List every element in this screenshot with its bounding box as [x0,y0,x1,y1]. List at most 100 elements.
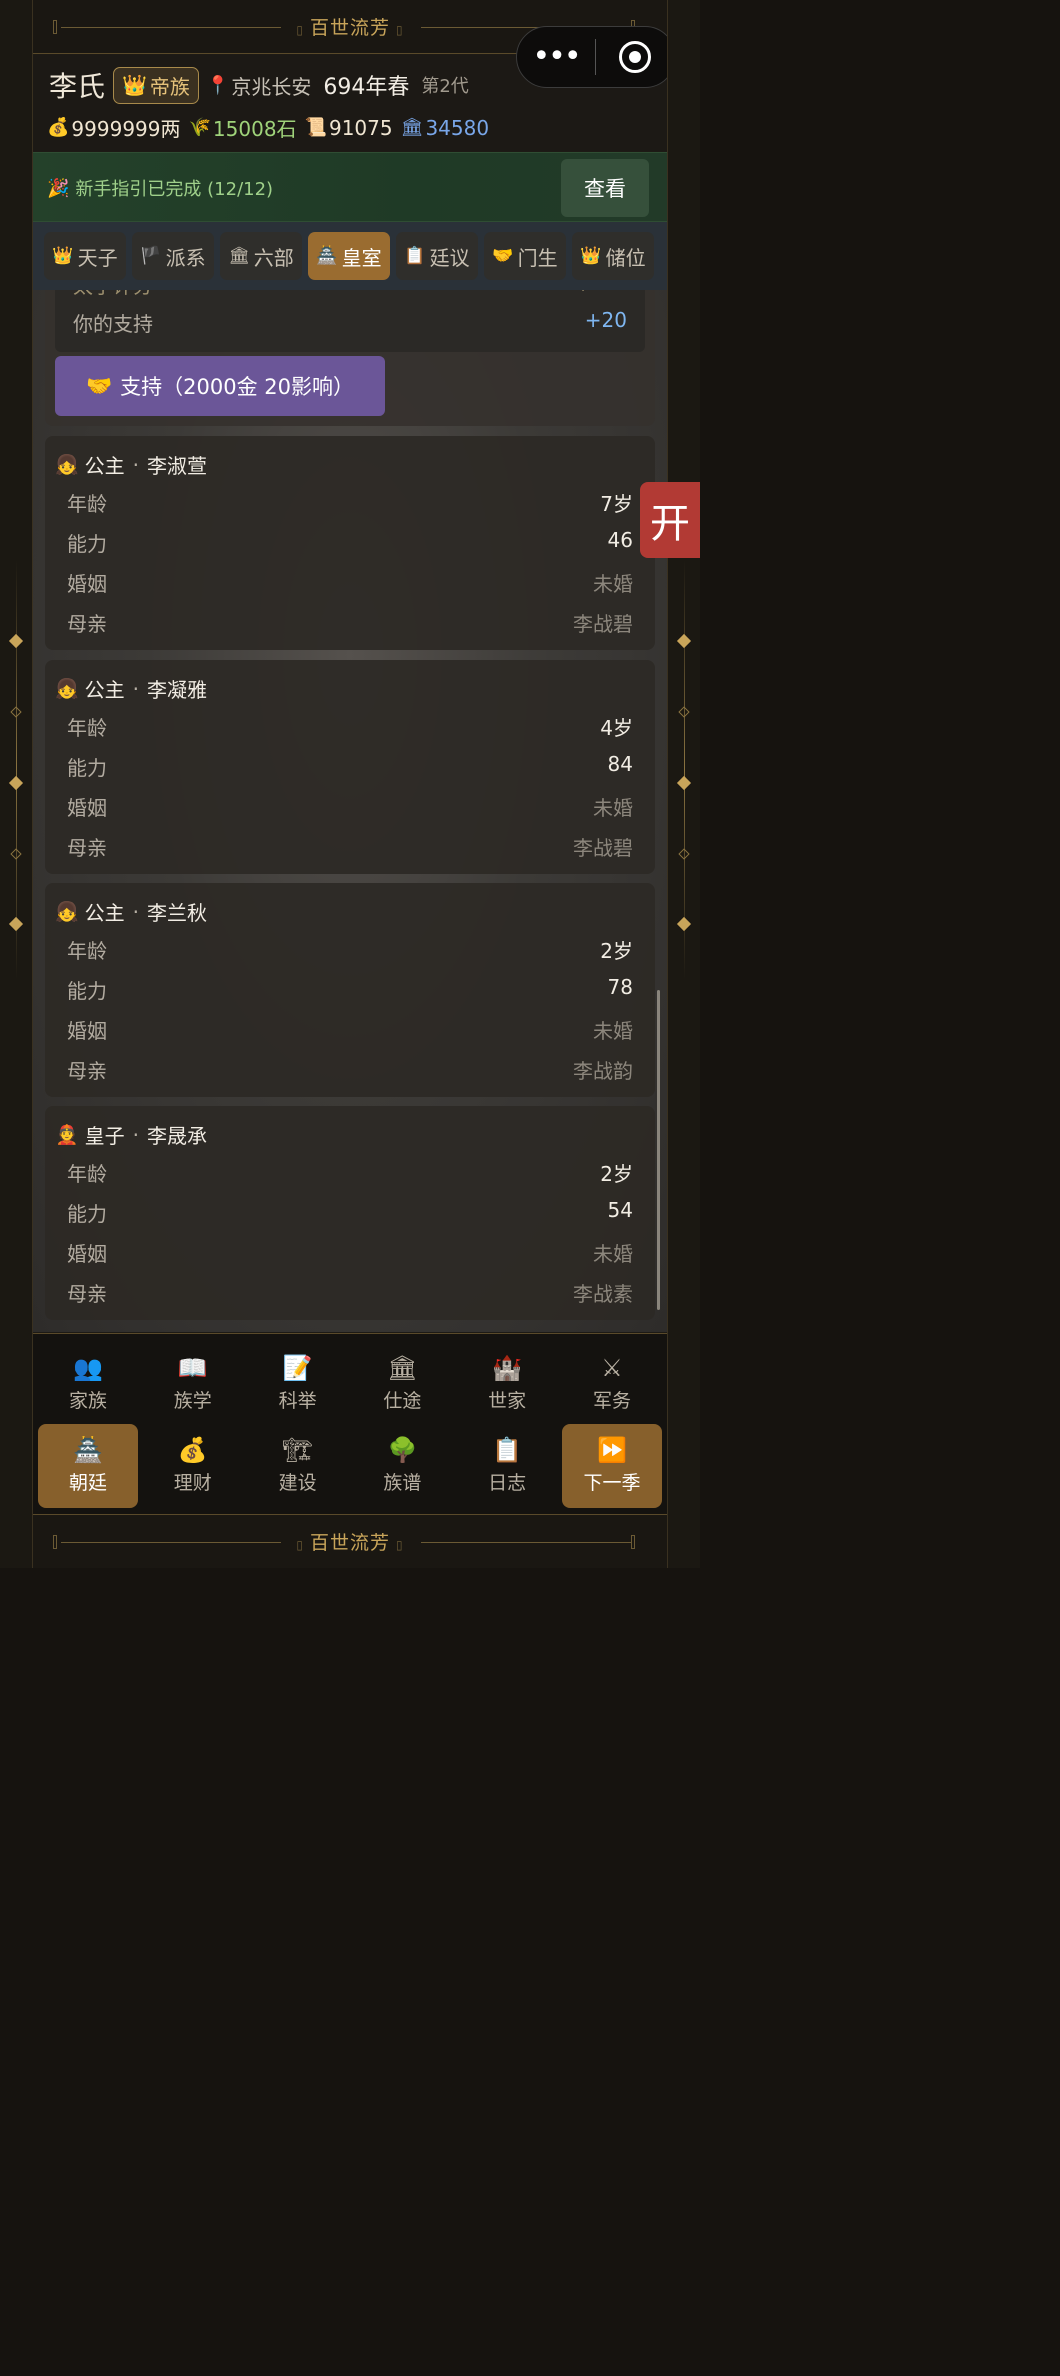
rank-badge[interactable]: 👑 帝族 [113,66,199,104]
diamond-ornament [676,775,692,791]
view-guide-button[interactable]: 查看 [561,159,649,217]
rank-label: 帝族 [149,74,190,99]
member-card[interactable]: 👧 公主 · 李兰秋 年龄 2岁 能力 78 婚姻 未婚 母亲 李战韵 [45,883,655,1097]
castle-icon: 🏯 [316,246,338,266]
bottom-nav: 👥 家族 📖 族学 📝 科举 🏛 仕途 🏰 世家 ⚔ 军务 🏯 朝廷 💰 理财 🏗 建设 🌳 族谱 … [33,1333,667,1514]
handshake-icon: 🤝 [86,373,113,398]
people-icon: 👥 [73,1353,103,1382]
diamond-ornament [10,706,22,718]
nav-genealogy[interactable]: 🌳 族谱 [352,1424,452,1508]
nav-exam[interactable]: 📝 科举 [248,1342,348,1426]
family-name: 李氏 [49,70,106,103]
banner-cap [631,1535,635,1549]
banner-tick-right: ▯ [396,23,404,37]
marriage-value: 未婚 [593,572,633,596]
nav-family[interactable]: 👥 家族 [38,1342,138,1426]
tab-label: 六部 [253,245,294,270]
nav-construction[interactable]: 🏗 建设 [248,1424,348,1508]
scroll-icon: 📜 [304,117,327,138]
right-rail [667,0,700,1568]
support-button[interactable]: 🤝 支持（2000金 20影响） [55,356,385,416]
ability-label: 能力 [67,532,107,556]
nav-clan-school[interactable]: 📖 族学 [143,1342,243,1426]
banner-title-text: 百世流芳 [309,1532,390,1554]
more-menu-icon[interactable]: ••• [517,42,595,72]
scroll-value: 91075 [328,115,393,140]
close-target-icon[interactable] [596,41,667,73]
member-title: 👧 公主 · 李凝雅 [55,674,207,703]
age-label: 年龄 [67,716,107,740]
diamond-ornament [8,775,24,791]
castle-icon: 🏰 [492,1353,523,1382]
money-bag-icon: 💰 [47,117,70,138]
next-season-button[interactable]: ⏩ 下一季 [561,1424,662,1508]
mother-row: 母亲 李战碧 [67,608,633,637]
nav-log[interactable]: 📋 日志 [457,1424,557,1508]
ability-value: 46 [607,528,633,552]
prince-score-row: 太子评分 55/100 [73,290,627,299]
age-value: 2岁 [600,1162,633,1186]
mother-label: 母亲 [67,1282,107,1306]
handshake-icon: 🤝 [492,246,514,266]
nav-label: 族学 [173,1389,212,1412]
nav-label: 下一季 [583,1471,641,1494]
open-side-panel-tab[interactable]: 开 [640,482,700,558]
ability-label: 能力 [67,1202,107,1226]
nav-clans[interactable]: 🏰 世家 [457,1342,557,1426]
diamond-ornament [676,633,692,649]
nav-military[interactable]: ⚔ 军务 [562,1342,662,1426]
crown-icon: 👑 [122,73,147,97]
tab-emperor[interactable]: 👑 天子 [44,232,126,280]
nav-career[interactable]: 🏛 仕途 [352,1342,452,1426]
royal-family-list[interactable]: 太子评分 55/100 你的支持 +20 🤝 支持（2000金 20影响） 👧 … [33,290,667,1332]
member-title: 👧 公主 · 李淑萱 [55,450,207,479]
crossed-swords-icon: ⚔ [601,1353,623,1382]
resource-prestige: 🏛 34580 [401,116,489,140]
nav-finance[interactable]: 💰 理财 [143,1424,243,1508]
tab-succession[interactable]: 👑 储位 [572,232,654,280]
member-name: 李晟承 [147,1124,208,1148]
girl-icon: 👧 [55,901,79,923]
tab-faction[interactable]: 🏴 派系 [132,232,214,280]
marriage-row: 婚姻 未婚 [67,568,633,597]
mother-row: 母亲 李战韵 [67,1055,633,1084]
tab-label: 廷议 [429,245,470,270]
tab-court-debate[interactable]: 📋 廷议 [396,232,478,280]
guide-status: 🎉 新手指引已完成 (12/12) [47,175,273,201]
tab-royal-family[interactable]: 🏯 皇室 [308,232,390,280]
nav-court[interactable]: 🏯 朝廷 [38,1424,138,1508]
prestige-value: 34580 [425,115,490,140]
member-card[interactable]: 👧 公主 · 李淑萱 年龄 7岁 能力 46 婚姻 未婚 母亲 李战碧 [45,436,655,650]
classical-building-icon: 🏛 [228,246,250,266]
member-rank: 公主 [84,901,125,925]
mother-row: 母亲 李战素 [67,1278,633,1307]
tree-icon: 🌳 [387,1435,418,1464]
diamond-ornament [678,848,690,860]
memo-icon: 📝 [282,1353,313,1382]
tab-ministries[interactable]: 🏛 六部 [220,232,302,280]
age-label: 年龄 [67,939,107,963]
member-name: 李淑萱 [147,454,208,478]
left-rail [0,0,33,1568]
marriage-row: 婚姻 未婚 [67,792,633,821]
nav-label: 朝廷 [68,1471,107,1494]
open-book-icon: 📖 [177,1353,208,1382]
support-value: +20 [584,308,627,332]
tab-disciples[interactable]: 🤝 门生 [484,232,566,280]
member-title: 👲 皇子 · 李晟承 [55,1120,207,1149]
tab-label: 天子 [77,245,118,270]
diamond-ornament [8,633,24,649]
member-card[interactable]: 👲 皇子 · 李晟承 年龄 2岁 能力 54 婚姻 未婚 母亲 李战素 [45,1106,655,1320]
current-year: 694年春 [323,75,410,100]
header-row-1: 李氏 👑 帝族 📍 京兆长安 694年春 第2代 [49,65,469,105]
marriage-value: 未婚 [593,1019,633,1043]
fast-forward-icon: ⏩ [597,1435,627,1464]
member-card[interactable]: 👧 公主 · 李凝雅 年龄 4岁 能力 84 婚姻 未婚 母亲 李战碧 [45,660,655,874]
crown-icon: 👑 [52,246,74,266]
scrollbar[interactable] [657,990,660,1310]
ability-label: 能力 [67,756,107,780]
tab-label: 皇室 [341,245,382,270]
black-flag-icon: 🏴 [140,246,162,266]
party-popper-icon: 🎉 [47,177,70,199]
resource-grain: 🌾 15008石 [189,113,297,142]
